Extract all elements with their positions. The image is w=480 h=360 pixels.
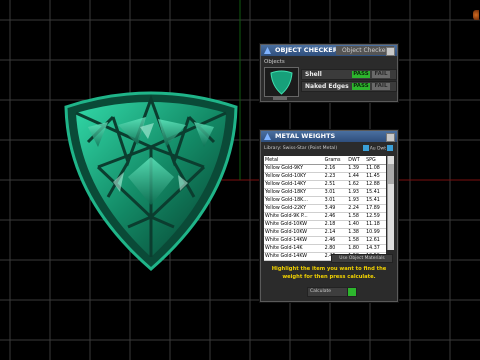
close-icon[interactable] bbox=[386, 133, 395, 142]
objects-label: Objects bbox=[264, 59, 285, 65]
cell-metal: Yellow Gold-18KY bbox=[264, 188, 324, 197]
cell-dwt: 1.58 bbox=[347, 212, 366, 221]
cell-grams: 3.01 bbox=[323, 188, 348, 197]
table-row[interactable]: White Gold-14K 2.80 1.80 14.37 bbox=[264, 244, 386, 253]
gem-thumbnail-icon bbox=[270, 70, 293, 95]
use-object-materials-button[interactable]: Use Object Materials bbox=[331, 254, 393, 263]
cell-dwt: 2.24 bbox=[347, 204, 366, 213]
metal-weights-title: METAL WEIGHTS bbox=[275, 132, 336, 140]
pass-button[interactable]: PASS bbox=[352, 71, 370, 78]
cell-grams: 3.01 bbox=[323, 196, 348, 205]
column-header-grams[interactable]: Grams bbox=[323, 156, 348, 165]
cell-metal: White Gold-9K P... bbox=[264, 212, 324, 221]
panel-logo-icon bbox=[264, 47, 271, 54]
check-label: Shell bbox=[305, 71, 322, 78]
units-label: Au Dwt bbox=[369, 146, 386, 152]
table-row[interactable]: Yellow Gold-22KY 3.49 2.24 17.89 bbox=[264, 204, 386, 213]
cell-dwt: 1.39 bbox=[347, 164, 366, 173]
cell-grams: 2.51 bbox=[323, 180, 348, 189]
cell-metal: Yellow Gold-18K... bbox=[264, 196, 324, 205]
table-row[interactable]: Yellow Gold-18KY 3.01 1.93 15.41 bbox=[264, 188, 386, 197]
check-row-naked-edges: Naked Edges PASS FAIL bbox=[301, 81, 397, 92]
panel-logo-icon bbox=[264, 133, 271, 140]
fail-button[interactable]: FAIL bbox=[372, 83, 390, 90]
cell-metal: Yellow Gold-10KY bbox=[264, 172, 324, 181]
unit-toggle-icon[interactable] bbox=[362, 145, 369, 151]
metal-weights-titlebar[interactable]: METAL WEIGHTS bbox=[261, 131, 397, 142]
cell-metal: White Gold-14K bbox=[264, 244, 324, 253]
cell-metal: White Gold-10KW bbox=[264, 228, 324, 237]
object-checker-titlebar[interactable]: OBJECT CHECKER Object Checker bbox=[261, 45, 397, 56]
cell-dwt: 1.38 bbox=[347, 228, 366, 237]
close-icon[interactable] bbox=[386, 47, 395, 56]
column-header-dwt[interactable]: DWT bbox=[347, 156, 366, 165]
object-checker-panel: OBJECT CHECKER Object Checker Objects Sh… bbox=[260, 44, 398, 102]
cell-metal: Yellow Gold-9KY bbox=[264, 164, 324, 173]
cell-metal: Yellow Gold-22KY bbox=[264, 204, 324, 213]
fail-button[interactable]: FAIL bbox=[372, 71, 390, 78]
thumbnail-scroll-button[interactable] bbox=[273, 96, 287, 100]
calculate-hint-text: Highlight the item you want to find the … bbox=[271, 266, 387, 280]
column-header-metal[interactable]: Metal bbox=[264, 156, 324, 165]
cell-grams: 2.14 bbox=[323, 228, 348, 237]
cell-dwt: 1.80 bbox=[347, 244, 366, 253]
cell-dwt: 1.44 bbox=[347, 172, 366, 181]
table-row[interactable]: Yellow Gold-18K... 3.01 1.93 15.41 bbox=[264, 196, 386, 205]
cell-metal: White Gold-14KW bbox=[264, 252, 324, 261]
cell-spg: 17.89 bbox=[365, 204, 386, 213]
calculate-dropdown[interactable]: Calculate bbox=[307, 287, 351, 297]
calculate-go-button[interactable] bbox=[347, 287, 357, 297]
rhino-viewport[interactable] bbox=[0, 0, 480, 360]
metal-weights-table: Metal Grams DWT SPG Yellow Gold-9KY 2.16 1… bbox=[264, 156, 386, 261]
cell-grams: 2.23 bbox=[323, 172, 348, 181]
cell-spg: 11.08 bbox=[365, 164, 386, 173]
cell-grams: 2.46 bbox=[323, 212, 348, 221]
table-row[interactable]: White Gold-9K P... 2.46 1.58 12.59 bbox=[264, 212, 386, 221]
cell-spg: 11.18 bbox=[365, 220, 386, 229]
library-label: Library: Swiss-Star (Point Metal) bbox=[264, 146, 338, 151]
table-row[interactable]: White Gold-10KW 2.14 1.38 10.99 bbox=[264, 228, 386, 237]
cell-metal: White Gold-14KW bbox=[264, 236, 324, 245]
cell-spg: 15.41 bbox=[365, 188, 386, 197]
partial-orange-icon bbox=[473, 10, 479, 20]
cell-grams: 2.16 bbox=[323, 164, 348, 173]
cell-dwt: 1.62 bbox=[347, 180, 366, 189]
check-label: Naked Edges bbox=[305, 83, 349, 90]
cell-spg: 10.99 bbox=[365, 228, 386, 237]
cell-dwt: 1.58 bbox=[347, 236, 366, 245]
table-row[interactable]: Yellow Gold-9KY 2.16 1.39 11.08 bbox=[264, 164, 386, 173]
cell-spg: 12.59 bbox=[365, 212, 386, 221]
table-row[interactable]: Yellow Gold-14KY 2.51 1.62 12.88 bbox=[264, 180, 386, 189]
table-row[interactable]: White Gold-14KW 2.46 1.58 12.61 bbox=[264, 236, 386, 245]
cell-grams: 2.46 bbox=[323, 236, 348, 245]
cell-dwt: 1.93 bbox=[347, 188, 366, 197]
cell-metal: White Gold-10KW bbox=[264, 220, 324, 229]
object-checker-title: OBJECT CHECKER bbox=[275, 46, 338, 54]
unit-toggle-icon[interactable] bbox=[387, 145, 393, 151]
units-toggle[interactable]: Au Dwt bbox=[362, 145, 394, 152]
cell-spg: 12.61 bbox=[365, 236, 386, 245]
object-thumbnail[interactable] bbox=[264, 67, 299, 97]
cell-spg: 15.41 bbox=[365, 196, 386, 205]
cell-spg: 12.88 bbox=[365, 180, 386, 189]
cell-dwt: 1.40 bbox=[347, 220, 366, 229]
pass-button[interactable]: PASS bbox=[352, 83, 370, 90]
cell-grams: 3.49 bbox=[323, 204, 348, 213]
table-row[interactable]: White Gold-10KW 2.18 1.40 11.18 bbox=[264, 220, 386, 229]
cell-spg: 14.37 bbox=[365, 244, 386, 253]
table-row[interactable]: Yellow Gold-10KY 2.23 1.44 11.45 bbox=[264, 172, 386, 181]
column-header-spg[interactable]: SPG bbox=[365, 156, 386, 165]
table-scrollbar[interactable] bbox=[387, 156, 394, 250]
cell-grams: 2.80 bbox=[323, 244, 348, 253]
cell-dwt: 1.93 bbox=[347, 196, 366, 205]
cell-spg: 11.45 bbox=[365, 172, 386, 181]
scrollbar-thumb[interactable] bbox=[388, 164, 394, 184]
check-row-shell: Shell PASS FAIL bbox=[301, 69, 397, 80]
metal-weights-panel: METAL WEIGHTS Library: Swiss-Star (Point… bbox=[260, 130, 398, 302]
cell-metal: Yellow Gold-14KY bbox=[264, 180, 324, 189]
cell-grams: 2.18 bbox=[323, 220, 348, 229]
trillion-gem-render[interactable] bbox=[58, 87, 244, 273]
